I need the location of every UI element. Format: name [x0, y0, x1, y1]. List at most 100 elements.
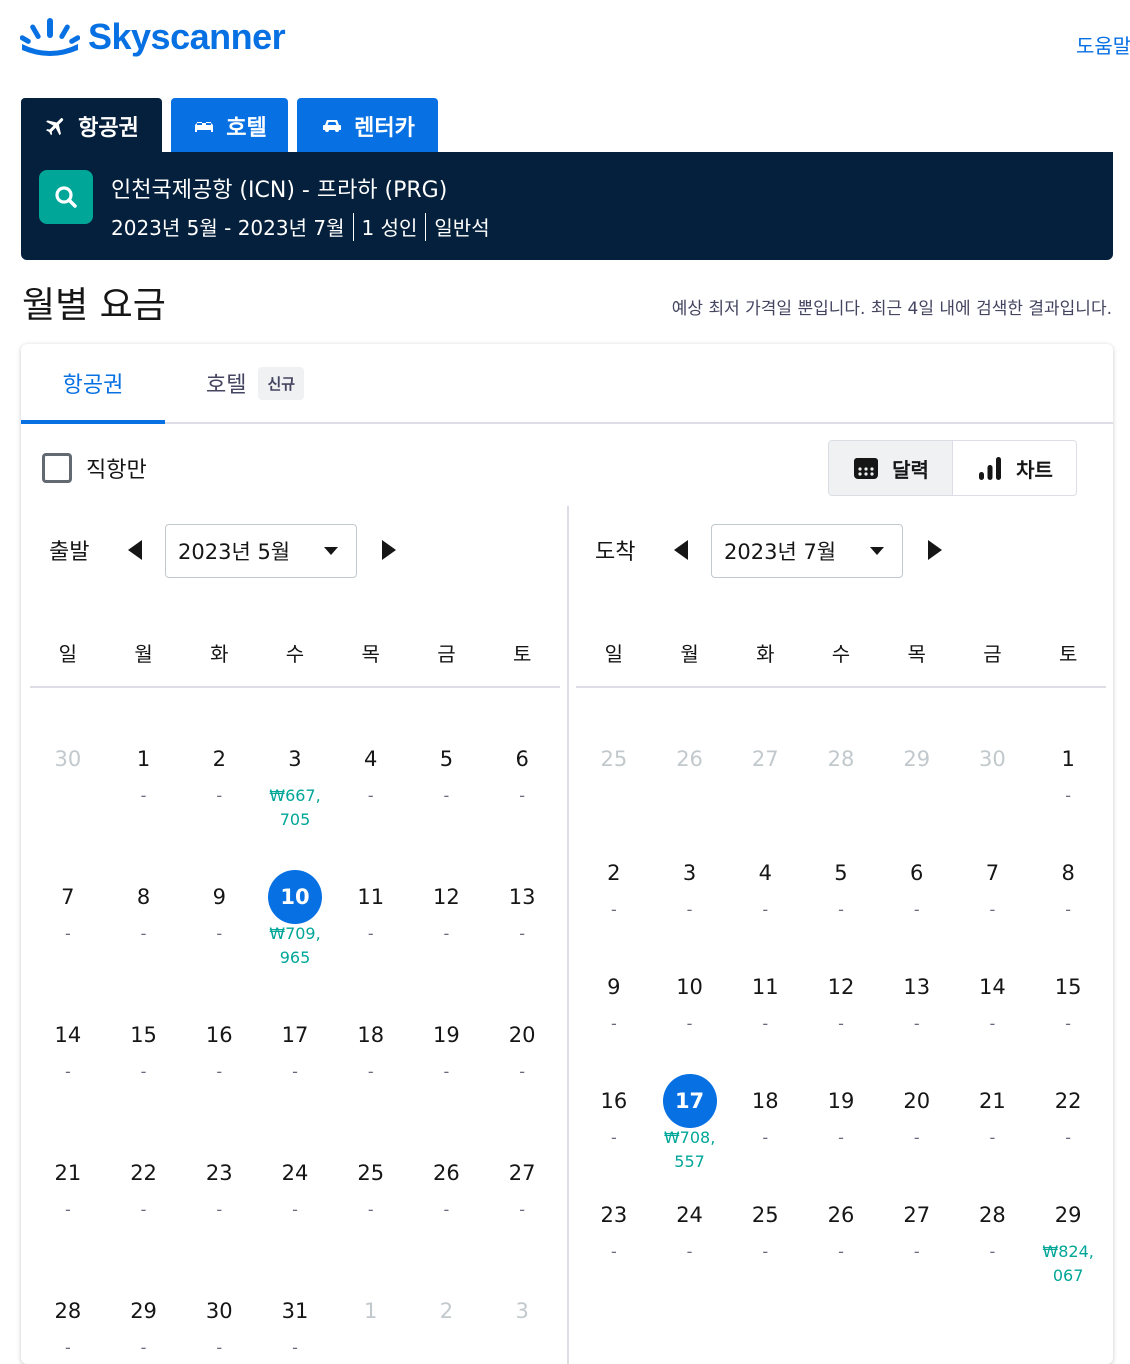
calendar-view-button[interactable]: 달력 [829, 441, 953, 495]
day-cell[interactable]: 6- [879, 846, 955, 960]
arrival-month-select[interactable]: 2023년 7월 [711, 524, 903, 578]
day-cell[interactable]: 27 - [484, 1146, 560, 1284]
day-cell[interactable]: 3 ₩667, 705 [257, 732, 333, 870]
day-cell[interactable]: 23 - [181, 1146, 257, 1284]
prev-month-arrow-icon[interactable] [128, 540, 142, 560]
selected-day-cell[interactable]: 17 ₩708, 557 [652, 1074, 728, 1188]
view-toggle: 달력 차트 [828, 440, 1077, 496]
day-number: 18 [357, 1023, 385, 1047]
selected-day-cell[interactable]: 10 ₩709, 965 [257, 870, 333, 1008]
day-cell[interactable]: 11 - [727, 960, 803, 1074]
day-cell[interactable]: 12 - [803, 960, 879, 1074]
day-cell[interactable]: 3- [652, 846, 728, 960]
day-cell[interactable]: 26 - [409, 1146, 485, 1284]
day-cell[interactable]: 25 - [727, 1188, 803, 1302]
day-cell[interactable]: 1- [106, 732, 182, 870]
day-number: 5 [439, 747, 454, 771]
day-cell[interactable]: 13 - [484, 870, 560, 1008]
search-summary[interactable]: 인천국제공항 (ICN) - 프라하 (PRG) 2023년 5월 - 2023… [21, 152, 1113, 260]
day-cell[interactable]: 4- [727, 846, 803, 960]
day-cell[interactable]: 15 - [1030, 960, 1106, 1074]
day-cell[interactable]: 8- [1030, 846, 1106, 960]
day-cell[interactable]: 21 - [30, 1146, 106, 1284]
day-cell[interactable]: 29 - [106, 1284, 182, 1364]
day-cell[interactable]: 20 - [879, 1074, 955, 1188]
day-cell[interactable]: 30 - [181, 1284, 257, 1364]
day-number: 24 [676, 1203, 703, 1227]
tab-flights[interactable]: 항공권 [21, 344, 165, 424]
day-cell[interactable]: 28 - [955, 1188, 1031, 1302]
day-cell[interactable]: 29 ₩824, 067 [1030, 1188, 1106, 1302]
day-cell[interactable]: 28 - [30, 1284, 106, 1364]
day-cell[interactable]: 8- [106, 870, 182, 1008]
day-cell[interactable]: 5- [803, 846, 879, 960]
day-cell[interactable]: 27 - [879, 1188, 955, 1302]
day-cell[interactable]: 12 - [409, 870, 485, 1008]
day-cell[interactable]: 20 - [484, 1008, 560, 1146]
day-cell[interactable]: 13 - [879, 960, 955, 1074]
no-price-dash: - [519, 786, 526, 805]
day-cell[interactable]: 10 - [652, 960, 728, 1074]
day-cell[interactable]: 5- [409, 732, 485, 870]
day-number: 1 [1061, 747, 1075, 771]
day-cell[interactable]: 1- [1030, 732, 1106, 846]
day-number: 25 [357, 1161, 385, 1185]
search-button[interactable] [39, 170, 93, 224]
chart-view-button[interactable]: 차트 [953, 441, 1076, 495]
day-cell[interactable]: 6- [484, 732, 560, 870]
day-cell[interactable]: 16 - [181, 1008, 257, 1146]
no-price-dash: - [216, 1200, 223, 1219]
chevron-down-icon [324, 547, 338, 555]
help-link[interactable]: 도움말 [1076, 30, 1130, 59]
day-cell[interactable]: 24 - [652, 1188, 728, 1302]
tab-hotels-label: 호텔 [205, 373, 247, 398]
nav-tab-hotels[interactable]: 호텔 [171, 98, 288, 154]
departure-month-select[interactable]: 2023년 5월 [165, 524, 357, 578]
day-cell[interactable]: 25 - [333, 1146, 409, 1284]
no-price-dash: - [140, 924, 147, 943]
day-cell[interactable]: 9- [181, 870, 257, 1008]
day-cell[interactable]: 21 - [955, 1074, 1031, 1188]
day-cell[interactable]: 26 - [803, 1188, 879, 1302]
skyscanner-logo[interactable]: Skyscanner [20, 14, 286, 60]
day-cell[interactable]: 7- [30, 870, 106, 1008]
day-cell[interactable]: 18 - [727, 1074, 803, 1188]
day-number: 17 [281, 1023, 309, 1047]
day-cell[interactable]: 14 - [30, 1008, 106, 1146]
day-cell[interactable]: 11 - [333, 870, 409, 1008]
day-cell[interactable]: 19 - [409, 1008, 485, 1146]
no-price-dash: - [1065, 1014, 1072, 1033]
direct-only-checkbox[interactable] [42, 453, 72, 483]
day-cell[interactable]: 2- [576, 846, 652, 960]
day-cell[interactable]: 15 - [106, 1008, 182, 1146]
arrival-day-grid: 25 26 27 28 29 30 1-2-3-4-5-6-7-8-9-10-11-12-1… [576, 732, 1106, 1302]
bar-chart-icon [979, 457, 1002, 480]
day-cell[interactable]: 7- [955, 846, 1031, 960]
day-cell[interactable]: 4- [333, 732, 409, 870]
next-month-arrow-icon[interactable] [382, 540, 396, 560]
next-month-arrow-icon[interactable] [928, 540, 942, 560]
day-cell[interactable]: 14 - [955, 960, 1031, 1074]
no-price-dash: - [610, 1128, 617, 1147]
day-cell[interactable]: 31 - [257, 1284, 333, 1364]
day-cell[interactable]: 19 - [803, 1074, 879, 1188]
day-cell: 25 [576, 732, 652, 846]
day-cell[interactable]: 23 - [576, 1188, 652, 1302]
day-cell[interactable]: 2- [181, 732, 257, 870]
travellers: 1 성인 [361, 216, 418, 240]
day-cell[interactable]: 22 - [106, 1146, 182, 1284]
nav-tab-cars[interactable]: 렌터카 [297, 98, 438, 154]
day-cell[interactable]: 9- [576, 960, 652, 1074]
day-number: 21 [54, 1161, 82, 1185]
day-cell[interactable]: 24 - [257, 1146, 333, 1284]
day-number: 16 [205, 1023, 233, 1047]
day-cell[interactable]: 17 - [257, 1008, 333, 1146]
nav-tab-flights[interactable]: 항공권 [21, 98, 162, 154]
prev-month-arrow-icon[interactable] [674, 540, 688, 560]
day-cell[interactable]: 16 - [576, 1074, 652, 1188]
direct-only-filter[interactable]: 직항만 [42, 452, 147, 484]
day-cell[interactable]: 22 - [1030, 1074, 1106, 1188]
tab-hotels[interactable]: 호텔 신규 [185, 344, 325, 422]
bed-icon [195, 122, 214, 132]
day-cell[interactable]: 18 - [333, 1008, 409, 1146]
